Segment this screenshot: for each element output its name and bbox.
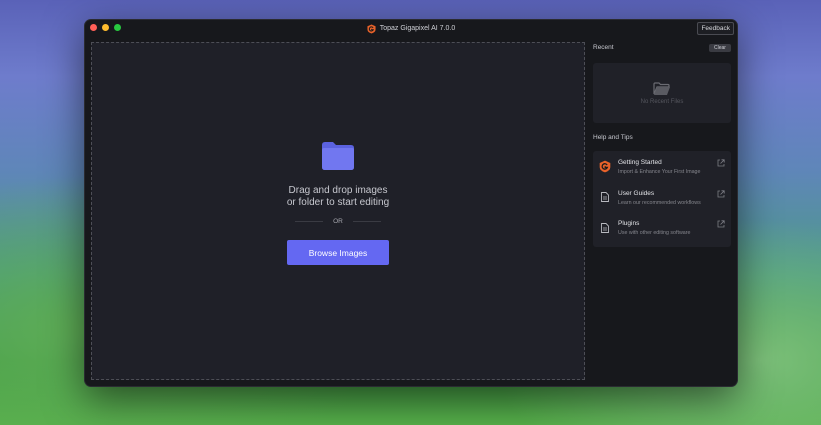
- help-item-label: User Guides: [618, 189, 655, 197]
- external-link-icon: [717, 189, 725, 197]
- title-bar: Topaz Gigapixel AI 7.0.0 Feedback: [85, 20, 737, 37]
- topaz-logo-icon: [367, 24, 376, 33]
- no-recent-label: No Recent Files: [640, 98, 684, 105]
- or-divider: OR: [295, 218, 381, 225]
- document-icon: [599, 221, 611, 234]
- recent-header: Recent Clear: [593, 42, 731, 53]
- help-title: Help and Tips: [593, 134, 633, 141]
- divider-line: [352, 221, 381, 222]
- help-item-text: User Guides Learn our recommended workfl…: [618, 190, 701, 206]
- help-item-description: Learn our recommended workflows: [618, 199, 701, 206]
- external-link-icon: [717, 159, 725, 167]
- help-item-description: Use with other editing software: [618, 230, 691, 236]
- document-icon: [599, 191, 611, 204]
- drop-zone-content: Drag and drop images or folder to start …: [92, 141, 584, 265]
- divider-line: [295, 221, 324, 222]
- external-link-icon: [717, 220, 725, 228]
- help-item-label: Plugins: [618, 220, 640, 227]
- app-window: Topaz Gigapixel AI 7.0.0 Feedback Drag a…: [84, 19, 738, 387]
- maximize-window-button[interactable]: [114, 24, 121, 31]
- window-controls: [90, 24, 121, 31]
- help-item-text: Plugins Use with other editing software: [618, 220, 690, 236]
- drop-zone[interactable]: Drag and drop images or folder to start …: [91, 42, 585, 380]
- close-window-button[interactable]: [90, 24, 97, 31]
- help-item-text: Getting Started Import & Enhance Your Fi…: [618, 159, 700, 175]
- help-item-label: Getting Started: [618, 159, 662, 166]
- help-item-description: Import & Enhance Your First Image: [618, 169, 701, 175]
- help-item-user-guides[interactable]: User Guides Learn our recommended workfl…: [593, 184, 731, 215]
- recent-files-panel: No Recent Files: [593, 63, 731, 123]
- folder-icon: [322, 142, 354, 170]
- help-list: Getting Started Import & Enhance Your Fi…: [593, 151, 731, 247]
- help-item-plugins[interactable]: Plugins Use with other editing software: [593, 214, 731, 245]
- help-item-getting-started[interactable]: Getting Started Import & Enhance Your Fi…: [593, 153, 731, 184]
- title-group: Topaz Gigapixel AI 7.0.0: [367, 24, 456, 34]
- topaz-logo-icon: [599, 160, 611, 173]
- empty-folder-icon: [653, 81, 670, 95]
- browse-images-button[interactable]: Browse Images: [287, 240, 389, 265]
- recent-title: Recent: [593, 44, 614, 51]
- clear-button[interactable]: Clear: [709, 43, 731, 52]
- drop-instruction: Drag and drop images or folder to start …: [286, 185, 390, 208]
- help-header: Help and Tips: [593, 132, 731, 143]
- minimize-window-button[interactable]: [102, 24, 109, 31]
- or-label: OR: [333, 218, 343, 225]
- sidebar: Recent Clear No Recent Files Help and Ti…: [593, 42, 731, 247]
- window-title: Topaz Gigapixel AI 7.0.0: [379, 25, 456, 32]
- feedback-button[interactable]: Feedback: [697, 22, 734, 35]
